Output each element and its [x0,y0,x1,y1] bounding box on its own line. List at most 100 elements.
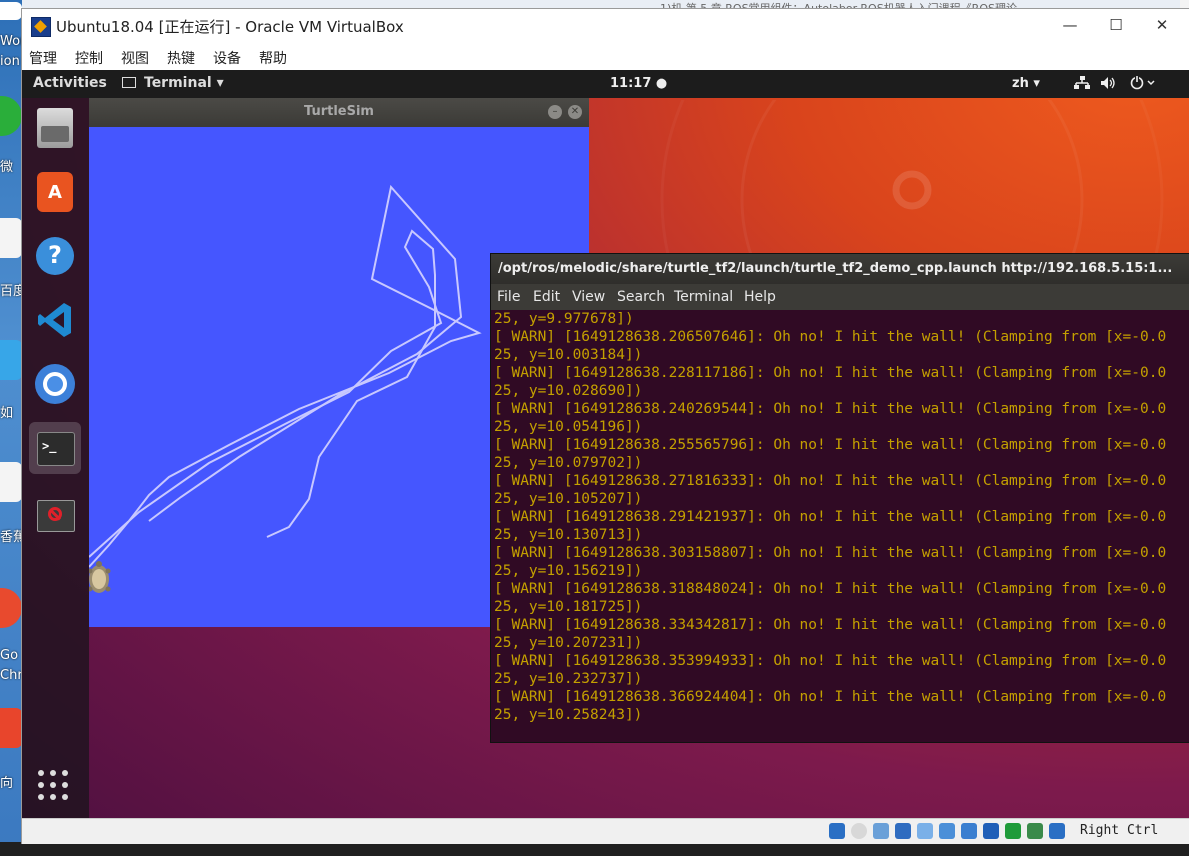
terminal-window: /opt/ros/melodic/share/turtle_tf2/launch… [490,253,1189,743]
blocked-app-icon [37,500,75,532]
menu-hotkeys[interactable]: 热键 [167,48,195,68]
close-icon[interactable]: ✕ [568,105,582,119]
terminal-line: 25, y=10.156219]) [494,563,643,579]
shared-folders-icon[interactable] [939,823,955,839]
virtualbox-app-icon [31,17,51,37]
terminal-line: [ WARN] [1649128638.303158807]: Oh no! I… [494,545,1167,561]
dock-item-terminal[interactable]: >_ [29,422,81,474]
video-capture-icon[interactable] [983,823,999,839]
desktop-label: 如 [0,406,14,421]
activities-button[interactable]: Activities [33,75,107,91]
minimize-button[interactable]: — [1047,9,1093,42]
guest-screen[interactable]: Activities Terminal ▾ 11:17 ● zh ▾ A ? >… [22,70,1189,818]
host-key-label: Right Ctrl [1080,823,1159,838]
terminal-menu-terminal[interactable]: Terminal [674,289,733,305]
menu-manage[interactable]: 管理 [29,48,57,68]
terminal-line: 25, y=10.003184]) [494,347,643,363]
dock-item-vscode[interactable] [29,294,81,346]
desktop-icon[interactable] [0,2,22,20]
host-desktop-left: Work ion 微 百度 如 香蕉 Go Chr 向 [0,0,33,856]
ubuntu-dock: A ? >_ [22,98,89,818]
power-icon[interactable] [1130,76,1156,94]
audio-icon[interactable] [873,823,889,839]
input-method-indicator[interactable]: zh ▾ [1012,76,1040,91]
volume-icon[interactable] [1100,76,1116,94]
network-icon[interactable] [1074,76,1090,94]
terminal-line: 25, y=10.105207]) [494,491,643,507]
terminal-line: 25, y=10.028690]) [494,383,643,399]
virtualbox-window: Ubuntu18.04 [正在运行] - Oracle VM VirtualBo… [21,8,1189,844]
terminal-menu-edit[interactable]: Edit [533,289,560,305]
desktop-icon[interactable] [0,708,22,748]
optical-drive-icon[interactable] [851,823,867,839]
host-browser-tab-text: 1)机 第 5 章 ROS常用组件：Autolabor-ROS机器人入门课程《R… [660,0,1189,8]
terminal-line: 25, y=10.207231]) [494,635,643,651]
files-icon [37,108,73,148]
turtlesim-titlebar[interactable]: TurtleSim – ✕ [89,98,589,126]
dock-item-chromium[interactable] [29,358,81,410]
network-adapter-icon[interactable] [895,823,911,839]
terminal-line: 25, y=9.977678]) [494,311,634,327]
terminal-menu-search[interactable]: Search [617,289,665,305]
turtle-sprite-icon [89,559,113,599]
host-taskbar [0,842,1189,856]
terminal-line: [ WARN] [1649128638.228117186]: Oh no! I… [494,365,1167,381]
menu-view[interactable]: 视图 [121,48,149,68]
baidu-desktop-icon[interactable] [0,218,22,258]
keyboard-capture-icon[interactable] [1049,823,1065,839]
desktop-label: Go [0,648,19,663]
close-button[interactable]: ✕ [1139,9,1185,42]
terminal-titlebar[interactable]: /opt/ros/melodic/share/turtle_tf2/launch… [491,254,1189,284]
dock-item-software[interactable]: A [29,166,81,218]
terminal-line: [ WARN] [1649128638.318848024]: Oh no! I… [494,581,1167,597]
terminal-line: [ WARN] [1649128638.255565796]: Oh no! I… [494,437,1167,453]
display-icon[interactable] [961,823,977,839]
maximize-button[interactable]: ☐ [1093,9,1139,42]
app-menu[interactable]: Terminal ▾ [144,75,224,91]
minimize-icon[interactable]: – [548,105,562,119]
menu-control[interactable]: 控制 [75,48,103,68]
terminal-line: [ WARN] [1649128638.206507646]: Oh no! I… [494,329,1167,345]
vbox-menubar: 管理 控制 视图 热键 设备 帮助 [22,42,1189,70]
desktop-icon[interactable] [0,462,22,502]
desktop-icon[interactable] [0,340,22,380]
software-center-icon: A [37,172,73,212]
terminal-icon: >_ [37,432,75,466]
hard-disk-icon[interactable] [829,823,845,839]
terminal-line: [ WARN] [1649128638.271816333]: Oh no! I… [494,473,1167,489]
terminal-menu-view[interactable]: View [572,289,605,305]
terminal-line: 25, y=10.181725]) [494,599,643,615]
terminal-menu-file[interactable]: File [497,289,520,305]
help-icon: ? [36,237,74,275]
terminal-line: 25, y=10.079702]) [494,455,643,471]
dock-item-help[interactable]: ? [29,230,81,282]
window-title: Ubuntu18.04 [正在运行] - Oracle VM VirtualBo… [56,18,404,36]
chrome-desktop-icon[interactable] [0,588,22,628]
vscode-icon [37,300,73,340]
terminal-line: [ WARN] [1649128638.353994933]: Oh no! I… [494,653,1167,669]
turtlesim-title: TurtleSim [304,104,374,119]
menu-help[interactable]: 帮助 [259,48,287,68]
terminal-menu-help[interactable]: Help [744,289,776,305]
terminal-line: [ WARN] [1649128638.334342817]: Oh no! I… [494,617,1167,633]
usb-icon[interactable] [917,823,933,839]
wechat-desktop-icon[interactable] [0,96,22,136]
desktop-label: Chr [0,668,23,683]
chromium-icon [35,364,75,404]
show-applications-icon[interactable] [38,770,72,804]
terminal-line: [ WARN] [1649128638.291421937]: Oh no! I… [494,509,1167,525]
clock[interactable]: 11:17 ● [610,76,667,91]
dock-item-blocked[interactable] [29,490,81,542]
terminal-line: 25, y=10.054196]) [494,419,643,435]
mouse-integration-icon[interactable] [1027,823,1043,839]
dock-item-files[interactable] [29,102,81,154]
desktop-label: 向 [0,776,14,791]
desktop-label: 微 [0,160,14,175]
desktop-label: ion [0,54,20,69]
terminal-small-icon [122,77,136,88]
terminal-output[interactable]: 25, y=9.977678]) [ WARN] [1649128638.2065… [494,310,1189,740]
virtualization-icon[interactable] [1005,823,1021,839]
window-titlebar[interactable]: Ubuntu18.04 [正在运行] - Oracle VM VirtualBo… [22,9,1189,42]
menu-devices[interactable]: 设备 [213,48,241,68]
terminal-line: 25, y=10.258243]) [494,707,643,723]
